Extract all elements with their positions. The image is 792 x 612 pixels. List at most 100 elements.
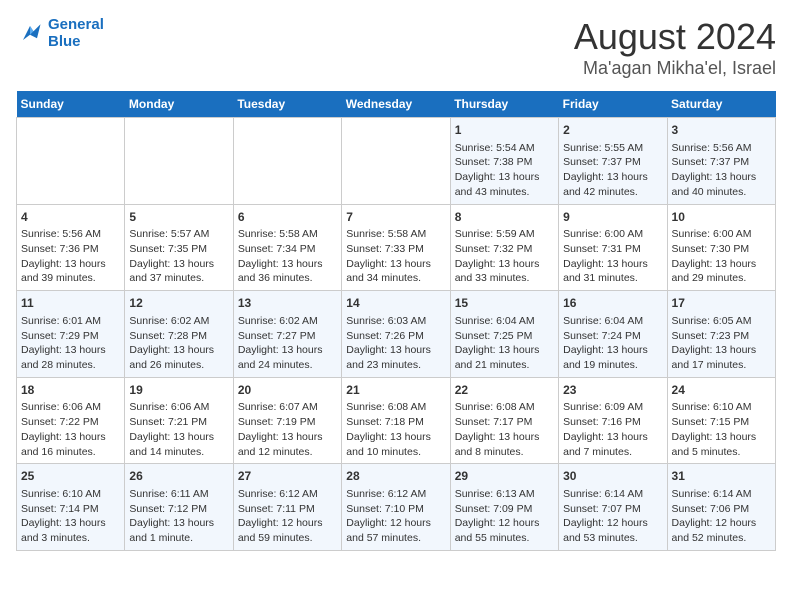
calendar-week-row: 4Sunrise: 5:56 AM Sunset: 7:36 PM Daylig… [17, 204, 776, 291]
day-number: 25 [21, 468, 120, 485]
day-info: Sunrise: 6:06 AM Sunset: 7:22 PM Dayligh… [21, 400, 120, 459]
day-info: Sunrise: 6:04 AM Sunset: 7:25 PM Dayligh… [455, 314, 554, 373]
day-info: Sunrise: 6:02 AM Sunset: 7:28 PM Dayligh… [129, 314, 228, 373]
weekday-header: Friday [559, 91, 667, 118]
day-info: Sunrise: 6:04 AM Sunset: 7:24 PM Dayligh… [563, 314, 662, 373]
day-number: 10 [672, 209, 771, 226]
day-number: 12 [129, 295, 228, 312]
day-info: Sunrise: 5:58 AM Sunset: 7:33 PM Dayligh… [346, 227, 445, 286]
day-info: Sunrise: 6:08 AM Sunset: 7:17 PM Dayligh… [455, 400, 554, 459]
calendar-cell: 22Sunrise: 6:08 AM Sunset: 7:17 PM Dayli… [450, 377, 558, 464]
calendar-cell: 19Sunrise: 6:06 AM Sunset: 7:21 PM Dayli… [125, 377, 233, 464]
calendar-cell: 7Sunrise: 5:58 AM Sunset: 7:33 PM Daylig… [342, 204, 450, 291]
calendar-week-row: 18Sunrise: 6:06 AM Sunset: 7:22 PM Dayli… [17, 377, 776, 464]
day-number: 15 [455, 295, 554, 312]
calendar-cell: 5Sunrise: 5:57 AM Sunset: 7:35 PM Daylig… [125, 204, 233, 291]
page-header: General Blue August 2024 Ma'agan Mikha'e… [16, 16, 776, 79]
day-info: Sunrise: 6:14 AM Sunset: 7:06 PM Dayligh… [672, 487, 771, 546]
calendar-cell: 28 Sunrise: 6:12 AM Sunset: 7:10 PM Dayli… [342, 464, 450, 551]
calendar-cell [125, 118, 233, 205]
day-number: 11 [21, 295, 120, 312]
day-number: 8 [455, 209, 554, 226]
calendar-cell: 16 Sunrise: 6:04 AM Sunset: 7:24 PM Dayli… [559, 291, 667, 378]
day-info: Sunrise: 6:06 AM Sunset: 7:21 PM Dayligh… [129, 400, 228, 459]
calendar-cell: 12 Sunrise: 6:02 AM Sunset: 7:28 PM Dayli… [125, 291, 233, 378]
day-info: Sunrise: 5:55 AM Sunset: 7:37 PM Dayligh… [563, 141, 662, 200]
day-info: Sunrise: 5:58 AM Sunset: 7:34 PM Dayligh… [238, 227, 337, 286]
calendar-week-row: 25 Sunrise: 6:10 AM Sunset: 7:14 PM Dayli… [17, 464, 776, 551]
logo: General Blue [16, 16, 104, 50]
title-block: August 2024 Ma'agan Mikha'el, Israel [574, 16, 776, 79]
calendar-cell: 15 Sunrise: 6:04 AM Sunset: 7:25 PM Dayli… [450, 291, 558, 378]
day-number: 20 [238, 382, 337, 399]
day-info: Sunrise: 5:54 AM Sunset: 7:38 PM Dayligh… [455, 141, 554, 200]
calendar-cell: 2 Sunrise: 5:55 AM Sunset: 7:37 PM Daylig… [559, 118, 667, 205]
logo-text: General Blue [48, 16, 104, 50]
day-number: 13 [238, 295, 337, 312]
day-info: Sunrise: 5:56 AM Sunset: 7:36 PM Dayligh… [21, 227, 120, 286]
calendar-cell: 11 Sunrise: 6:01 AM Sunset: 7:29 PM Dayli… [17, 291, 125, 378]
day-number: 29 [455, 468, 554, 485]
calendar-cell [342, 118, 450, 205]
calendar-cell: 4Sunrise: 5:56 AM Sunset: 7:36 PM Daylig… [17, 204, 125, 291]
day-info: Sunrise: 6:00 AM Sunset: 7:30 PM Dayligh… [672, 227, 771, 286]
calendar-cell: 18Sunrise: 6:06 AM Sunset: 7:22 PM Dayli… [17, 377, 125, 464]
day-number: 9 [563, 209, 662, 226]
day-number: 17 [672, 295, 771, 312]
day-info: Sunrise: 6:12 AM Sunset: 7:11 PM Dayligh… [238, 487, 337, 546]
calendar-cell: 26Sunrise: 6:11 AM Sunset: 7:12 PM Dayli… [125, 464, 233, 551]
day-number: 21 [346, 382, 445, 399]
day-number: 23 [563, 382, 662, 399]
calendar-cell: 1 Sunrise: 5:54 AM Sunset: 7:38 PM Daylig… [450, 118, 558, 205]
day-info: Sunrise: 6:07 AM Sunset: 7:19 PM Dayligh… [238, 400, 337, 459]
day-info: Sunrise: 6:14 AM Sunset: 7:07 PM Dayligh… [563, 487, 662, 546]
weekday-header-row: SundayMondayTuesdayWednesdayThursdayFrid… [17, 91, 776, 118]
day-number: 3 [672, 122, 771, 139]
day-number: 27 [238, 468, 337, 485]
calendar-cell: 23Sunrise: 6:09 AM Sunset: 7:16 PM Dayli… [559, 377, 667, 464]
calendar-cell: 20Sunrise: 6:07 AM Sunset: 7:19 PM Dayli… [233, 377, 341, 464]
day-number: 16 [563, 295, 662, 312]
day-number: 30 [563, 468, 662, 485]
day-number: 4 [21, 209, 120, 226]
calendar-cell: 6Sunrise: 5:58 AM Sunset: 7:34 PM Daylig… [233, 204, 341, 291]
weekday-header: Monday [125, 91, 233, 118]
day-info: Sunrise: 6:12 AM Sunset: 7:10 PM Dayligh… [346, 487, 445, 546]
calendar-cell: 31 Sunrise: 6:14 AM Sunset: 7:06 PM Dayli… [667, 464, 775, 551]
calendar-cell: 9Sunrise: 6:00 AM Sunset: 7:31 PM Daylig… [559, 204, 667, 291]
day-info: Sunrise: 6:02 AM Sunset: 7:27 PM Dayligh… [238, 314, 337, 373]
calendar-cell: 21Sunrise: 6:08 AM Sunset: 7:18 PM Dayli… [342, 377, 450, 464]
day-info: Sunrise: 6:01 AM Sunset: 7:29 PM Dayligh… [21, 314, 120, 373]
day-info: Sunrise: 5:57 AM Sunset: 7:35 PM Dayligh… [129, 227, 228, 286]
day-info: Sunrise: 5:59 AM Sunset: 7:32 PM Dayligh… [455, 227, 554, 286]
day-number: 1 [455, 122, 554, 139]
day-info: Sunrise: 6:00 AM Sunset: 7:31 PM Dayligh… [563, 227, 662, 286]
calendar-cell [17, 118, 125, 205]
calendar-cell: 29Sunrise: 6:13 AM Sunset: 7:09 PM Dayli… [450, 464, 558, 551]
weekday-header: Wednesday [342, 91, 450, 118]
day-number: 2 [563, 122, 662, 139]
page-title: August 2024 [574, 16, 776, 58]
weekday-header: Thursday [450, 91, 558, 118]
day-number: 18 [21, 382, 120, 399]
calendar-cell: 30 Sunrise: 6:14 AM Sunset: 7:07 PM Dayli… [559, 464, 667, 551]
calendar-cell: 27 Sunrise: 6:12 AM Sunset: 7:11 PM Dayli… [233, 464, 341, 551]
calendar-cell: 13 Sunrise: 6:02 AM Sunset: 7:27 PM Dayli… [233, 291, 341, 378]
calendar-cell: 17 Sunrise: 6:05 AM Sunset: 7:23 PM Dayli… [667, 291, 775, 378]
day-number: 28 [346, 468, 445, 485]
weekday-header: Tuesday [233, 91, 341, 118]
logo-icon [16, 19, 44, 47]
day-info: Sunrise: 6:10 AM Sunset: 7:15 PM Dayligh… [672, 400, 771, 459]
day-info: Sunrise: 6:11 AM Sunset: 7:12 PM Dayligh… [129, 487, 228, 546]
page-subtitle: Ma'agan Mikha'el, Israel [574, 58, 776, 79]
day-info: Sunrise: 6:10 AM Sunset: 7:14 PM Dayligh… [21, 487, 120, 546]
calendar-cell [233, 118, 341, 205]
calendar-week-row: 11 Sunrise: 6:01 AM Sunset: 7:29 PM Dayli… [17, 291, 776, 378]
calendar-cell: 14Sunrise: 6:03 AM Sunset: 7:26 PM Dayli… [342, 291, 450, 378]
calendar-cell: 8Sunrise: 5:59 AM Sunset: 7:32 PM Daylig… [450, 204, 558, 291]
day-number: 24 [672, 382, 771, 399]
weekday-header: Sunday [17, 91, 125, 118]
day-info: Sunrise: 6:05 AM Sunset: 7:23 PM Dayligh… [672, 314, 771, 373]
calendar-cell: 24Sunrise: 6:10 AM Sunset: 7:15 PM Dayli… [667, 377, 775, 464]
day-number: 31 [672, 468, 771, 485]
